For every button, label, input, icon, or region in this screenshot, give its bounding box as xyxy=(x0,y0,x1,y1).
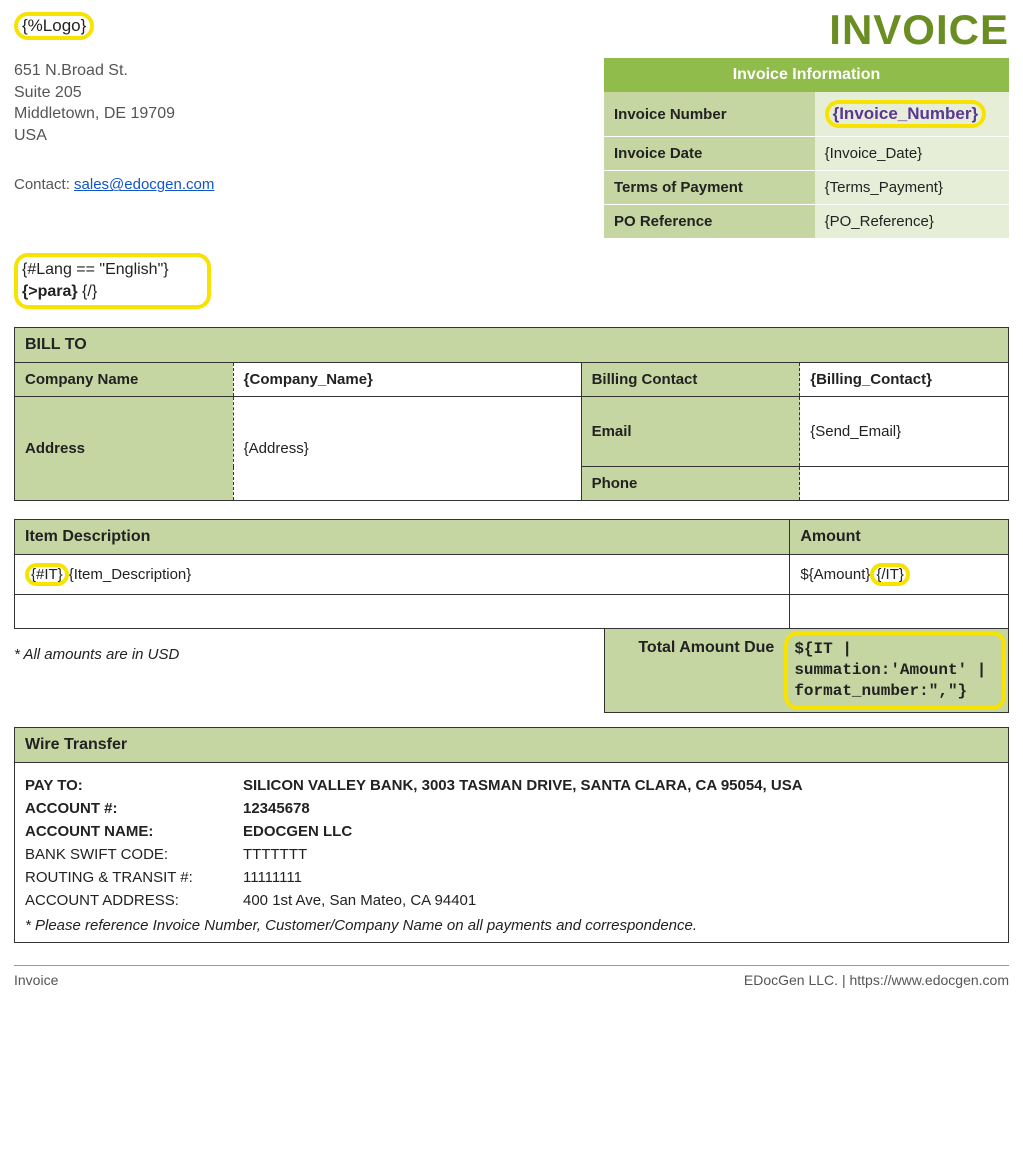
invoice-number-cell: {Invoice_Number} xyxy=(815,92,1009,137)
wire-swift-label: BANK SWIFT CODE: xyxy=(25,846,243,863)
po-reference-value: {PO_Reference} xyxy=(815,205,1009,239)
contact-label: Contact: xyxy=(14,176,74,193)
item-loop-close-tag: {/IT} xyxy=(870,563,910,586)
invoice-info-table: Invoice Information Invoice Number {Invo… xyxy=(604,58,1009,239)
items-table: Item Description Amount {#IT}{Item_Descr… xyxy=(14,519,1009,629)
bill-to-header: BILL TO xyxy=(15,328,1009,363)
contact-email-link[interactable]: sales@edocgen.com xyxy=(74,176,214,193)
wire-pay-to-value: SILICON VALLEY BANK, 3003 TASMAN DRIVE, … xyxy=(243,777,803,794)
phone-label: Phone xyxy=(581,467,800,501)
item-description-header: Item Description xyxy=(15,520,790,555)
wire-account-name-row: ACCOUNT NAME: EDOCGEN LLC xyxy=(25,823,998,840)
item-description-cell: {#IT}{Item_Description} xyxy=(15,555,790,595)
footer: Invoice EDocGen LLC. | https://www.edocg… xyxy=(14,965,1009,988)
wire-swift-value: TTTTTTT xyxy=(243,846,307,863)
footer-right: EDocGen LLC. | https://www.edocgen.com xyxy=(744,972,1009,988)
total-box: Total Amount Due ${IT | summation:'Amoun… xyxy=(604,628,1009,712)
total-amount-label: Total Amount Due xyxy=(605,629,782,711)
header-section: {%Logo} INVOICE 651 N.Broad St. Suite 20… xyxy=(14,12,1009,193)
email-value: {Send_Email} xyxy=(800,397,1009,467)
invoice-number-value: {Invoice_Number} xyxy=(825,100,987,128)
wire-account-addr-row: ACCOUNT ADDRESS: 400 1st Ave, San Mateo,… xyxy=(25,892,998,909)
lang-conditional-block: {#Lang == "English"} {>para} {/} xyxy=(14,253,1009,309)
invoice-title: INVOICE xyxy=(829,6,1009,54)
total-amount-formula: ${IT | summation:'Amount' | format_numbe… xyxy=(784,631,1006,709)
lang-conditional-line2: {>para} {/} xyxy=(22,283,169,301)
wire-transfer-table: Wire Transfer PAY TO: SILICON VALLEY BAN… xyxy=(14,727,1009,943)
email-label: Email xyxy=(581,397,800,467)
wire-note: * Please reference Invoice Number, Custo… xyxy=(25,917,998,934)
lang-para-tag: {>para} xyxy=(22,283,78,300)
item-amount-value: ${Amount} xyxy=(800,566,870,583)
billing-contact-label: Billing Contact xyxy=(581,363,800,397)
lang-conditional-highlight: {#Lang == "English"} {>para} {/} xyxy=(14,253,211,309)
wire-transfer-body: PAY TO: SILICON VALLEY BANK, 3003 TASMAN… xyxy=(15,762,1009,942)
item-blank-row xyxy=(15,595,1009,629)
wire-account-num-label: ACCOUNT #: xyxy=(25,800,243,817)
wire-routing-row: ROUTING & TRANSIT #: 11111111 xyxy=(25,869,998,886)
terms-payment-value: {Terms_Payment} xyxy=(815,171,1009,205)
amounts-note: * All amounts are in USD xyxy=(14,636,604,663)
wire-routing-value: 11111111 xyxy=(243,869,302,886)
logo-placeholder-text: {%Logo} xyxy=(14,12,94,40)
phone-value xyxy=(800,467,1009,501)
address-label: Address xyxy=(15,397,234,501)
wire-account-num-row: ACCOUNT #: 12345678 xyxy=(25,800,998,817)
invoice-info-header: Invoice Information xyxy=(604,58,1009,92)
company-name-label: Company Name xyxy=(15,363,234,397)
wire-account-addr-value: 400 1st Ave, San Mateo, CA 94401 xyxy=(243,892,476,909)
lang-conditional-line1: {#Lang == "English"} xyxy=(22,261,169,279)
amount-header: Amount xyxy=(790,520,1009,555)
po-reference-label: PO Reference xyxy=(604,205,815,239)
item-row: {#IT}{Item_Description} ${Amount}{/IT} xyxy=(15,555,1009,595)
wire-routing-label: ROUTING & TRANSIT #: xyxy=(25,869,243,886)
billing-contact-value: {Billing_Contact} xyxy=(800,363,1009,397)
footer-left: Invoice xyxy=(14,972,58,988)
invoice-number-label: Invoice Number xyxy=(604,92,815,137)
wire-pay-to-label: PAY TO: xyxy=(25,777,243,794)
item-description-value: {Item_Description} xyxy=(69,566,192,583)
lang-close-tag: {/} xyxy=(78,283,98,300)
wire-account-name-value: EDOCGEN LLC xyxy=(243,823,352,840)
wire-transfer-header: Wire Transfer xyxy=(15,727,1009,762)
bill-to-table: BILL TO Company Name {Company_Name} Bill… xyxy=(14,327,1009,501)
address-value: {Address} xyxy=(233,397,581,501)
invoice-date-value: {Invoice_Date} xyxy=(815,137,1009,171)
company-name-value: {Company_Name} xyxy=(233,363,581,397)
total-section: * All amounts are in USD Total Amount Du… xyxy=(14,628,1009,712)
wire-account-num-value: 12345678 xyxy=(243,800,310,817)
wire-account-name-label: ACCOUNT NAME: xyxy=(25,823,243,840)
wire-pay-to-row: PAY TO: SILICON VALLEY BANK, 3003 TASMAN… xyxy=(25,777,998,794)
terms-payment-label: Terms of Payment xyxy=(604,171,815,205)
invoice-date-label: Invoice Date xyxy=(604,137,815,171)
item-amount-cell: ${Amount}{/IT} xyxy=(790,555,1009,595)
wire-swift-row: BANK SWIFT CODE: TTTTTTT xyxy=(25,846,998,863)
item-loop-open-tag: {#IT} xyxy=(25,563,69,586)
wire-account-addr-label: ACCOUNT ADDRESS: xyxy=(25,892,243,909)
